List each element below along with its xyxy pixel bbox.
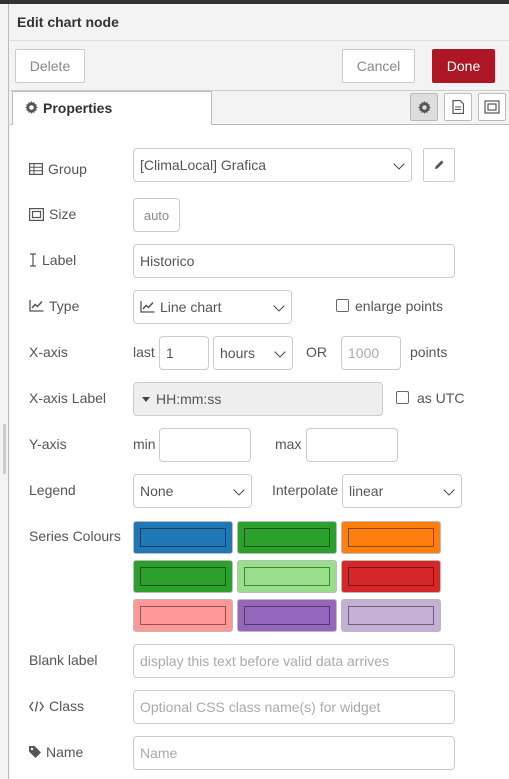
xaxis-label: X-axis — [29, 344, 68, 360]
table-icon — [29, 163, 43, 175]
gear-icon — [417, 100, 431, 114]
swatch-inner — [348, 567, 434, 586]
max-label: max — [275, 436, 302, 452]
ymin-input[interactable] — [159, 428, 251, 462]
chevron-down-icon — [233, 484, 245, 496]
chevron-down-icon — [393, 158, 405, 170]
size-button[interactable]: auto — [133, 198, 180, 232]
series-colour-swatch[interactable] — [237, 521, 337, 554]
tray-header: Edit chart node — [10, 4, 509, 41]
resize-icon — [29, 207, 44, 221]
resize-handle[interactable] — [3, 424, 6, 474]
legend-value: None — [140, 483, 174, 499]
series-colour-swatch[interactable] — [237, 599, 337, 632]
interpolate-select[interactable]: linear — [342, 474, 462, 508]
name-label: Name — [29, 744, 83, 760]
document-icon — [452, 100, 464, 114]
series-colour-swatch[interactable] — [341, 560, 441, 593]
swatch-inner — [244, 606, 330, 625]
enlarge-points-checkbox[interactable] — [336, 299, 349, 312]
enlarge-points-label: enlarge points — [355, 298, 443, 314]
chevron-down-icon — [443, 484, 455, 496]
last-label: last — [133, 344, 155, 360]
legend-label: Legend — [29, 482, 76, 498]
swatch-inner — [140, 606, 226, 625]
interpolate-label: Interpolate — [272, 482, 339, 498]
swatch-inner — [140, 567, 226, 586]
tag-icon — [29, 746, 41, 758]
series-colour-swatch[interactable] — [133, 521, 233, 554]
as-utc-label: as UTC — [417, 390, 465, 406]
min-label: min — [133, 436, 156, 452]
delete-button[interactable]: Delete — [15, 49, 85, 83]
swatch-inner — [348, 528, 434, 547]
properties-form: Group [ClimaLocal] Grafica Size auto Lab… — [10, 125, 509, 779]
series-colour-swatch[interactable] — [341, 599, 441, 632]
size-label: Size — [29, 206, 76, 222]
cancel-button[interactable]: Cancel — [342, 49, 415, 83]
time-unit-select[interactable]: hours — [213, 336, 293, 370]
chevron-down-icon — [274, 346, 286, 358]
chevron-down-icon — [273, 300, 285, 312]
tab-properties[interactable]: Properties — [12, 91, 212, 125]
swatch-inner — [140, 528, 226, 547]
type-value: Line chart — [160, 299, 222, 315]
xaxis-format-value: HH:mm:ss — [156, 391, 222, 407]
xaxis-format-combo[interactable]: HH:mm:ss — [133, 382, 383, 416]
interpolate-value: linear — [349, 483, 384, 499]
swatch-inner — [244, 528, 330, 547]
series-colours-label: Series Colours — [29, 528, 121, 544]
swatch-inner — [244, 567, 330, 586]
tab-settings[interactable] — [410, 93, 438, 121]
class-label: Class — [29, 698, 84, 714]
last-value-input[interactable]: 1 — [159, 336, 209, 370]
tray-toolbar: Delete Cancel Done — [10, 41, 509, 91]
i-cursor-icon — [29, 253, 37, 267]
ymax-input[interactable] — [306, 428, 398, 462]
tab-appearance[interactable] — [478, 93, 506, 121]
label-field-label: Label — [29, 252, 76, 268]
series-colour-swatch[interactable] — [237, 560, 337, 593]
tab-properties-label: Properties — [43, 100, 113, 116]
edit-tray: Edit chart node Delete Cancel Done Prope… — [10, 4, 509, 779]
series-colour-swatch[interactable] — [133, 560, 233, 593]
pencil-icon — [433, 159, 445, 171]
edit-group-button[interactable] — [423, 148, 455, 182]
group-label: Group — [29, 161, 87, 177]
tab-description[interactable] — [444, 93, 472, 121]
line-chart-icon — [140, 301, 155, 313]
name-input[interactable]: Name — [133, 736, 455, 770]
group-value: [ClimaLocal] Grafica — [140, 157, 267, 173]
class-input[interactable]: Optional CSS class name(s) for widget — [133, 690, 455, 724]
swatch-inner — [348, 606, 434, 625]
as-utc-checkbox[interactable] — [396, 391, 409, 404]
blank-label-input[interactable]: display this text before valid data arri… — [133, 644, 455, 678]
points-input[interactable]: 1000 — [341, 336, 401, 370]
type-label: Type — [29, 298, 79, 314]
group-select[interactable]: [ClimaLocal] Grafica — [133, 148, 412, 182]
series-colour-swatch[interactable] — [341, 521, 441, 554]
gear-icon — [25, 101, 39, 115]
frame-icon — [484, 100, 500, 114]
yaxis-label: Y-axis — [29, 436, 67, 452]
or-label: OR — [306, 344, 327, 360]
points-label: points — [410, 344, 448, 360]
legend-select[interactable]: None — [133, 474, 252, 508]
time-unit-value: hours — [220, 345, 256, 361]
type-select[interactable]: Line chart — [133, 290, 292, 324]
blank-label-label: Blank label — [29, 652, 98, 668]
tray-title: Edit chart node — [17, 14, 119, 30]
xaxis-label-label: X-axis Label — [29, 390, 107, 406]
caret-down-icon — [142, 396, 150, 402]
line-chart-icon — [29, 300, 44, 312]
code-icon — [29, 700, 44, 712]
left-panel-edge — [0, 4, 9, 779]
series-colour-swatch[interactable] — [133, 599, 233, 632]
done-button[interactable]: Done — [432, 49, 495, 83]
tab-bar: Properties — [10, 91, 509, 125]
label-input[interactable]: Historico — [133, 244, 455, 278]
